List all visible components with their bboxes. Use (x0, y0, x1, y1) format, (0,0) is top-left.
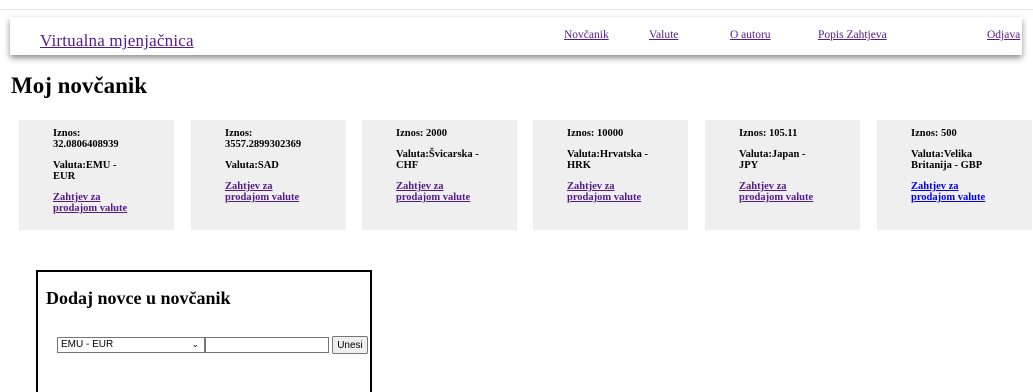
card-amount: Iznos: 2000 (396, 128, 448, 139)
page-title: Moj novčanik (11, 73, 148, 98)
wallet-card-hrk: Iznos: 10000 Valuta:Hrvatska - HRK Zahtj… (533, 120, 688, 230)
nav-logout[interactable]: Odjava (987, 29, 1020, 41)
sell-request-link[interactable]: Zahtjev za prodajom valute (739, 181, 854, 203)
wallet-list: Iznos: 32.0806408939 Valuta:EMU - EUR Za… (19, 120, 1033, 230)
currency-select-value: EMU - EUR (61, 339, 114, 350)
sell-request-link[interactable]: Zahtjev za prodajom valute (396, 181, 511, 203)
add-money-panel: Dodaj novce u novčanik EMU - EUR ⌄ Unesi (36, 270, 372, 392)
nav-requests[interactable]: Popis Zahtjeva (818, 29, 887, 41)
sell-request-link[interactable]: Zahtjev za prodajom valute (911, 181, 1026, 203)
card-currency: Valuta:Hrvatska - HRK (567, 149, 648, 171)
sell-request-link[interactable]: Zahtjev za prodajom valute (567, 181, 682, 203)
nav-about-author[interactable]: O autoru (730, 29, 771, 41)
card-amount: Iznos: 32.0806408939 (53, 128, 119, 150)
top-divider (0, 9, 1033, 10)
nav-currencies[interactable]: Valute (649, 29, 678, 41)
card-currency: Valuta:Velika Britanija - GBP (911, 149, 983, 171)
amount-input[interactable] (205, 337, 329, 353)
wallet-card-gbp: Iznos: 500 Valuta:Velika Britanija - GBP… (877, 120, 1032, 230)
card-amount: Iznos: 105.11 (739, 128, 798, 139)
currency-select[interactable]: EMU - EUR ⌄ (57, 337, 205, 353)
chevron-down-icon: ⌄ (191, 339, 199, 349)
submit-button[interactable]: Unesi (332, 336, 368, 354)
card-currency: Valuta:Japan - JPY (739, 149, 806, 171)
card-amount: Iznos: 10000 (567, 128, 624, 139)
page: Virtualna mjenjačnica Novčanik Valute O … (0, 0, 1033, 392)
wallet-card-jpy: Iznos: 105.11 Valuta:Japan - JPY Zahtjev… (705, 120, 860, 230)
wallet-card-usd: Iznos: 3557.2899302369 Valuta:SAD Zahtje… (191, 120, 346, 230)
add-money-title: Dodaj novce u novčanik (46, 288, 231, 308)
wallet-card-chf: Iznos: 2000 Valuta:Švicarska - CHF Zahtj… (362, 120, 517, 230)
brand-link[interactable]: Virtualna mjenjačnica (40, 31, 194, 51)
card-amount: Iznos: 3557.2899302369 (225, 128, 302, 150)
sell-request-link[interactable]: Zahtjev za prodajom valute (53, 192, 168, 214)
nav-wallet[interactable]: Novčanik (564, 29, 609, 41)
sell-request-link[interactable]: Zahtjev za prodajom valute (225, 181, 340, 203)
wallet-card-eur: Iznos: 32.0806408939 Valuta:EMU - EUR Za… (19, 120, 174, 230)
card-currency: Valuta:SAD (225, 160, 279, 171)
card-amount: Iznos: 500 (911, 128, 957, 139)
card-currency: Valuta:Švicarska - CHF (396, 149, 479, 171)
card-currency: Valuta:EMU - EUR (53, 160, 117, 182)
header-bar: Virtualna mjenjačnica Novčanik Valute O … (10, 17, 1022, 55)
